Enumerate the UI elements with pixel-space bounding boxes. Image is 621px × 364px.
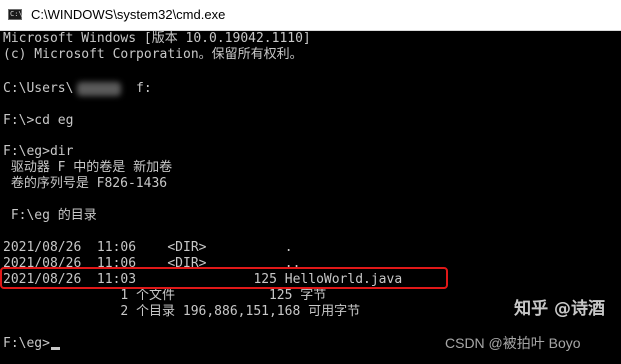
console-line: 驱动器 F 中的卷是 新加卷 xyxy=(3,160,173,175)
csdn-watermark: CSDN @被拍叶 Boyo xyxy=(445,335,581,351)
redaction-blur xyxy=(77,82,121,96)
console-prompt[interactable]: F:\eg> xyxy=(3,336,50,352)
title-bar[interactable]: C:\ C:\WINDOWS\system32\cmd.exe xyxy=(0,0,621,31)
highlight-box xyxy=(0,267,448,289)
console-line: F:\>cd eg xyxy=(3,113,74,128)
zhihu-watermark: 知乎 @诗酒 xyxy=(514,299,605,319)
console-line: F:\eg>dir xyxy=(3,144,74,159)
console-line: Microsoft Windows [版本 10.0.19042.1110] xyxy=(3,31,311,46)
window-title: C:\WINDOWS\system32\cmd.exe xyxy=(31,7,226,22)
console-line: 2021/08/26 11:06 <DIR> . xyxy=(3,240,293,255)
console-line: (c) Microsoft Corporation。保留所有权利。 xyxy=(3,47,303,62)
cmd-icon: C:\ xyxy=(8,9,23,20)
console-line: F:\eg 的目录 xyxy=(3,208,97,223)
console-line: 卷的序列号是 F826-1436 xyxy=(3,176,168,191)
console-line: 1 个文件 125 字节 xyxy=(3,288,327,303)
console-line: 2 个目录 196,886,151,168 可用字节 xyxy=(3,304,361,319)
cmd-icon-glyph: C:\ xyxy=(10,10,23,18)
text-cursor xyxy=(51,347,60,350)
